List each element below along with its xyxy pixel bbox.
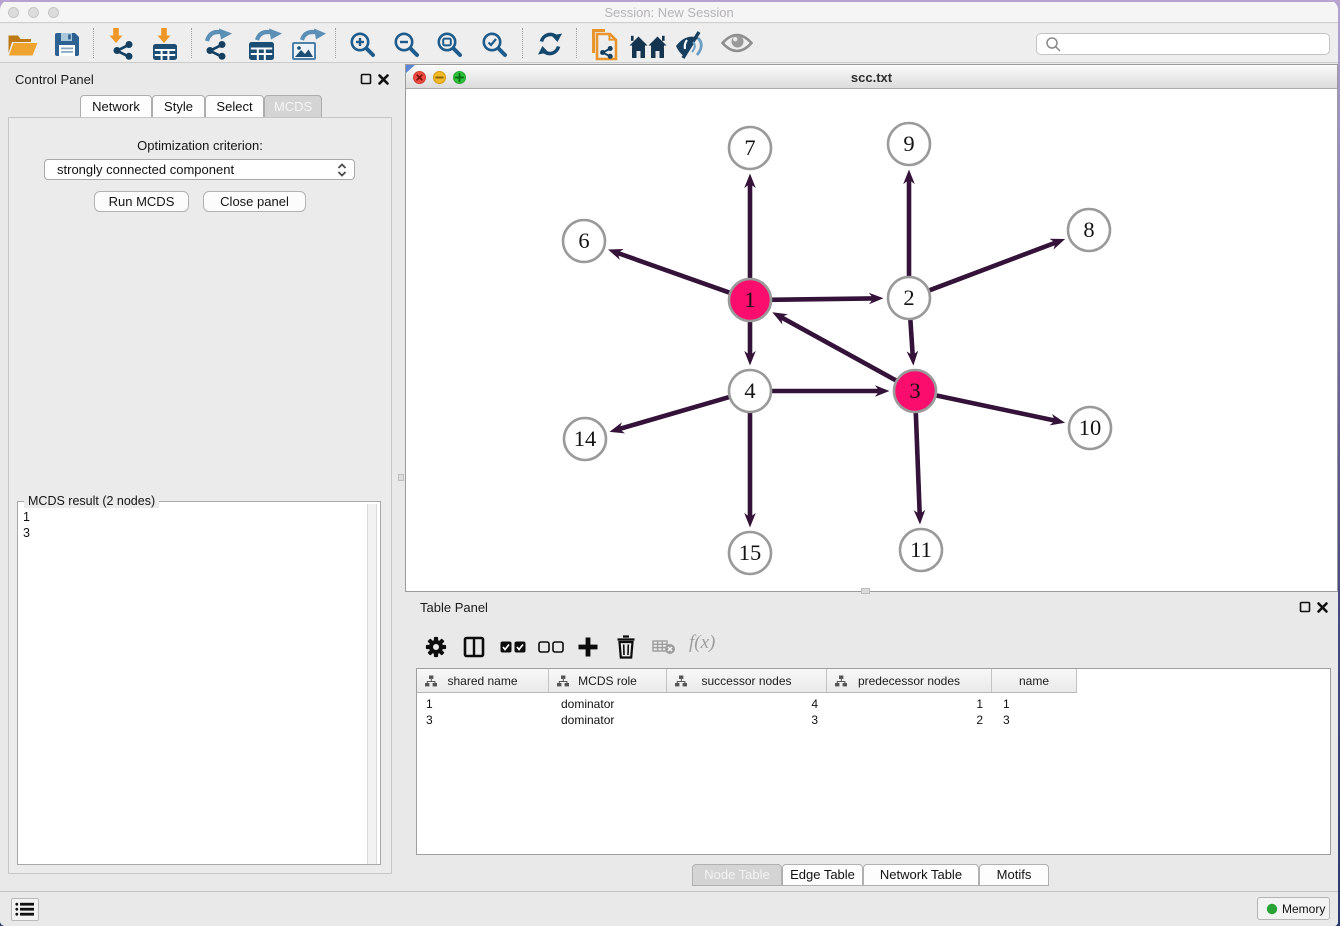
svg-text:11: 11: [910, 537, 932, 562]
svg-text:2: 2: [903, 285, 914, 310]
svg-text:8: 8: [1083, 217, 1094, 242]
svg-text:7: 7: [744, 135, 755, 160]
svg-text:9: 9: [903, 131, 914, 156]
svg-text:10: 10: [1079, 415, 1102, 440]
svg-text:1: 1: [744, 287, 755, 312]
svg-text:6: 6: [578, 228, 589, 253]
svg-text:14: 14: [574, 426, 597, 451]
svg-text:15: 15: [739, 540, 762, 565]
svg-text:4: 4: [744, 378, 755, 403]
svg-text:3: 3: [909, 378, 920, 403]
